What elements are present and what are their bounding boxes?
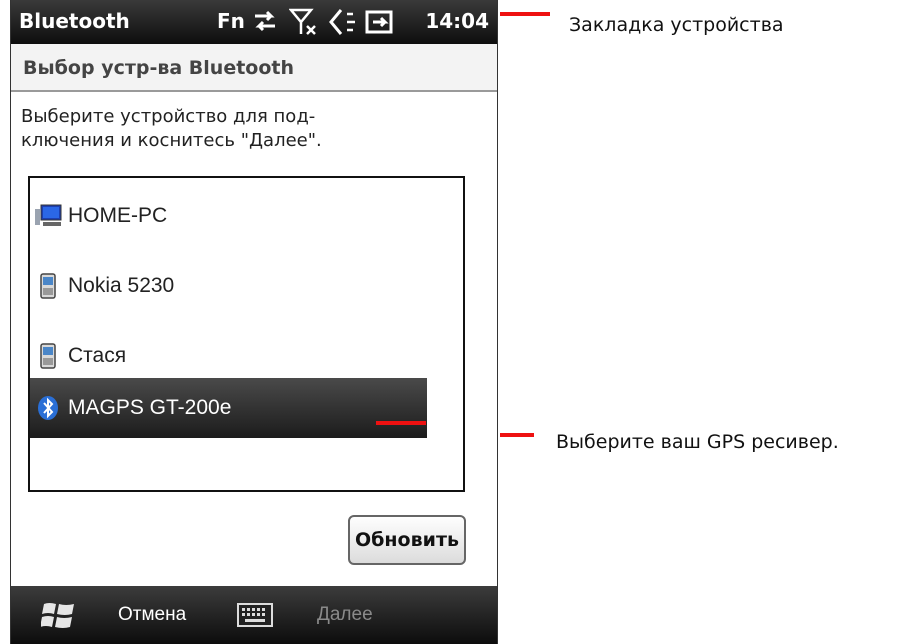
phone-icon (34, 342, 62, 370)
keyboard-icon[interactable] (237, 603, 273, 631)
no-signal-icon (288, 8, 319, 40)
status-title: Bluetooth (19, 9, 130, 33)
bottom-softkey-bar: Отмена Далее (11, 586, 497, 644)
device-label: MAGPS GT-200e (68, 396, 232, 419)
status-time: 14:04 (425, 9, 489, 33)
windows-start-icon[interactable] (40, 601, 77, 635)
device-item-stasya[interactable]: Стася (30, 326, 427, 386)
battery-charging-icon (365, 8, 393, 40)
fn-indicator: Fn (217, 9, 245, 33)
annotation-line-selection (376, 421, 426, 425)
data-transfer-icon (251, 8, 279, 38)
phone-screen: Bluetooth Fn 14:04 Выбор устр-ва Bluetoo… (10, 0, 498, 644)
annotation-line-tab (500, 12, 550, 16)
page-title: Выбор устр-ва Bluetooth (23, 57, 295, 79)
status-bar[interactable]: Bluetooth Fn 14:04 (11, 0, 497, 44)
device-label: HOME-PC (68, 204, 168, 227)
device-item-nokia-5230[interactable]: Nokia 5230 (30, 256, 427, 316)
annotation-line-gps (500, 433, 534, 437)
phone-icon (34, 272, 62, 300)
page-header: Выбор устр-ва Bluetooth (11, 44, 497, 92)
speaker-muted-icon (327, 8, 357, 40)
computer-icon (34, 202, 62, 230)
annotation-select-gps-label: Выберите ваш GPS ресивер. (556, 431, 839, 453)
refresh-button[interactable]: Обновить (348, 515, 466, 565)
bluetooth-icon (34, 394, 62, 422)
cancel-softkey[interactable]: Отмена (118, 604, 186, 626)
annotation-tab-label: Закладка устройства (569, 14, 784, 36)
next-softkey[interactable]: Далее (317, 604, 373, 626)
instructions-text: Выберите устройство для под- ключения и … (21, 106, 322, 151)
device-item-magps-gt-200e[interactable]: MAGPS GT-200e (30, 378, 427, 438)
device-label: Nokia 5230 (68, 274, 175, 297)
device-item-home-pc[interactable]: HOME-PC (30, 186, 427, 246)
device-list[interactable]: HOME-PC Nokia 5230 Стася MAGPS GT-200e (28, 176, 465, 492)
device-label: Стася (68, 344, 127, 367)
